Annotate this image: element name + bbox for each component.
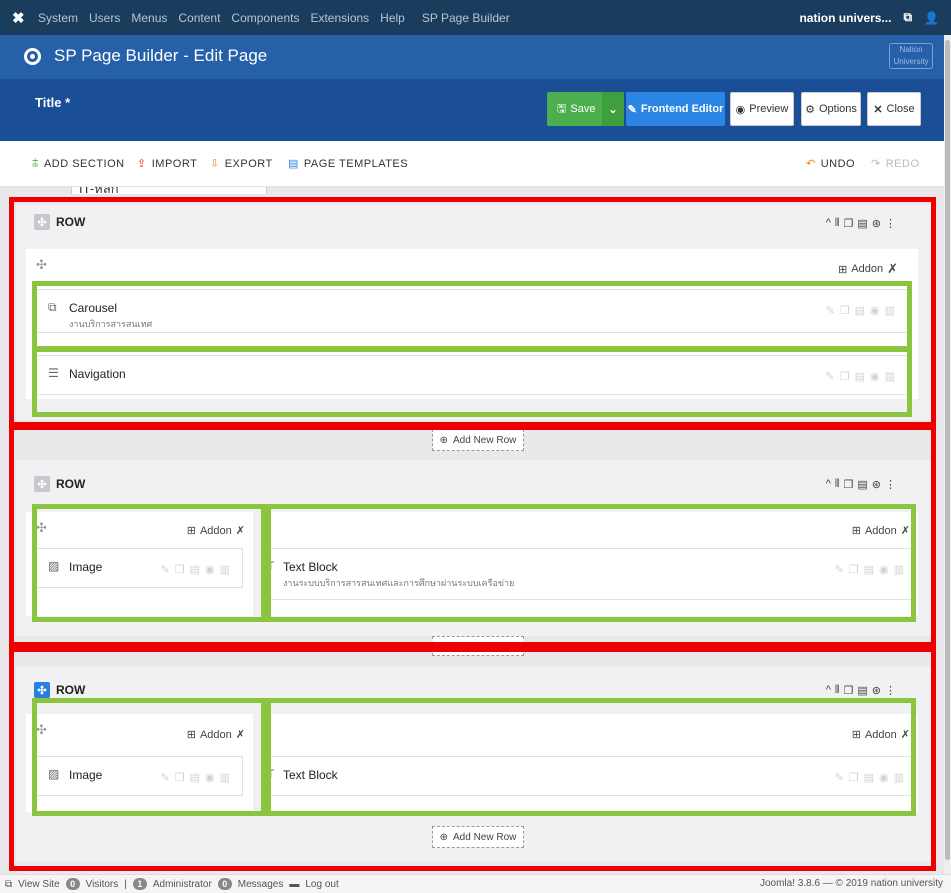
admin-menu-bar: ✖ System Users Menus Content Components … — [0, 0, 951, 35]
options-label: Options — [818, 103, 857, 115]
import-button[interactable]: ⇪ IMPORT — [137, 157, 198, 171]
menu-sp-page-builder[interactable]: SP Page Builder — [422, 11, 510, 25]
download-icon: ⇩ — [210, 158, 220, 170]
menu-system[interactable]: System — [38, 11, 78, 25]
frontend-editor-label: Frontend Editor — [640, 103, 724, 115]
import-label: IMPORT — [151, 157, 198, 170]
annotation-green-box — [32, 281, 912, 351]
upload-icon: ⇪ — [137, 158, 147, 170]
template-icon: ▤ — [288, 158, 299, 170]
undo-icon: ↶ — [806, 158, 816, 170]
title-label: Title * — [35, 95, 71, 110]
admin-menu: System Users Menus Content Components Ex… — [38, 0, 510, 35]
page-header: SP Page Builder - Edit Page Nation Unive… — [0, 35, 951, 79]
site-name-link[interactable]: nation univers... — [799, 11, 891, 25]
user-icon[interactable]: 👤 — [924, 11, 939, 25]
edit-toolbar: Title * 🖫 Save ⌄ ✎ Frontend Editor ◉ Pre… — [0, 79, 951, 204]
administrator-label[interactable]: Administrator — [153, 879, 212, 890]
target-icon — [24, 48, 41, 65]
redo-button[interactable]: ↷ REDO — [871, 157, 920, 171]
menu-extensions[interactable]: Extensions — [310, 11, 369, 25]
page-templates-label: PAGE TEMPLATES — [303, 157, 409, 170]
divider: | — [124, 878, 127, 890]
chevron-down-icon[interactable]: ⌄ — [602, 92, 624, 126]
save-button[interactable]: 🖫 Save ⌄ — [547, 92, 624, 126]
eye-icon: ◉ — [735, 103, 746, 116]
visitors-label[interactable]: Visitors — [86, 879, 119, 890]
menu-menus[interactable]: Menus — [131, 11, 167, 25]
annotation-green-box — [266, 504, 916, 622]
logout-icon: ▬ — [289, 878, 300, 890]
joomla-icon[interactable]: ✖ — [12, 9, 28, 27]
undo-button[interactable]: ↶ UNDO — [806, 157, 856, 171]
builder-toolbar: ⩲ ADD SECTION ⇪ IMPORT ⇩ EXPORT ▤ PAGE T… — [0, 141, 951, 187]
export-label: EXPORT — [224, 157, 273, 170]
menu-content[interactable]: Content — [178, 11, 220, 25]
admin-count-badge: 1 — [132, 878, 147, 890]
page-title: SP Page Builder - Edit Page — [54, 46, 268, 65]
close-button[interactable]: ✕ Close — [867, 92, 921, 126]
redo-label: REDO — [885, 157, 920, 170]
status-footer: ⧉ View Site 0 Visitors | 1 Administrator… — [0, 874, 951, 893]
export-button[interactable]: ⇩ EXPORT — [210, 157, 273, 171]
university-logo: Nation University — [889, 43, 933, 69]
menu-users[interactable]: Users — [89, 11, 120, 25]
page-templates-button[interactable]: ▤ PAGE TEMPLATES — [288, 157, 409, 171]
external-link-icon: ⧉ — [5, 878, 13, 890]
undo-label: UNDO — [820, 157, 856, 170]
annotation-green-box — [32, 698, 266, 816]
messages-count-badge: 0 — [217, 878, 232, 890]
footer-version: Joomla! 3.8.6 — © 2019 nation university — [759, 878, 943, 889]
add-section-icon: ⩲ — [32, 157, 39, 169]
redo-icon: ↷ — [871, 158, 881, 170]
save-label: Save — [570, 103, 596, 115]
frontend-editor-button[interactable]: ✎ Frontend Editor — [626, 92, 725, 126]
footer-left: ⧉ View Site 0 Visitors | 1 Administrator… — [5, 878, 339, 890]
save-icon: 🖫 — [557, 102, 567, 115]
external-link-icon[interactable]: ⧉ — [903, 10, 912, 25]
view-site-link[interactable]: View Site — [18, 879, 60, 890]
visitors-count-badge: 0 — [65, 878, 80, 890]
annotation-green-box — [266, 698, 916, 816]
menu-components[interactable]: Components — [231, 11, 299, 25]
annotation-green-box — [32, 347, 912, 417]
edit-icon: ✎ — [627, 103, 637, 116]
topbar-right: nation univers... ⧉ 👤 — [799, 0, 939, 35]
scrollbar-thumb[interactable] — [945, 40, 950, 860]
options-button[interactable]: ⚙ Options — [801, 92, 861, 126]
logout-link[interactable]: Log out — [305, 879, 338, 890]
preview-label: Preview — [749, 103, 789, 115]
menu-help[interactable]: Help — [380, 11, 405, 25]
messages-label[interactable]: Messages — [238, 879, 284, 890]
preview-button[interactable]: ◉ Preview — [730, 92, 794, 126]
gear-icon: ⚙ — [805, 103, 815, 116]
annotation-green-box — [32, 504, 266, 622]
close-label: Close — [886, 103, 915, 115]
add-section-label: ADD SECTION — [43, 157, 125, 170]
scrollbar[interactable] — [944, 35, 951, 874]
add-section-button[interactable]: ⩲ ADD SECTION — [32, 157, 125, 170]
close-icon: ✕ — [873, 103, 883, 116]
